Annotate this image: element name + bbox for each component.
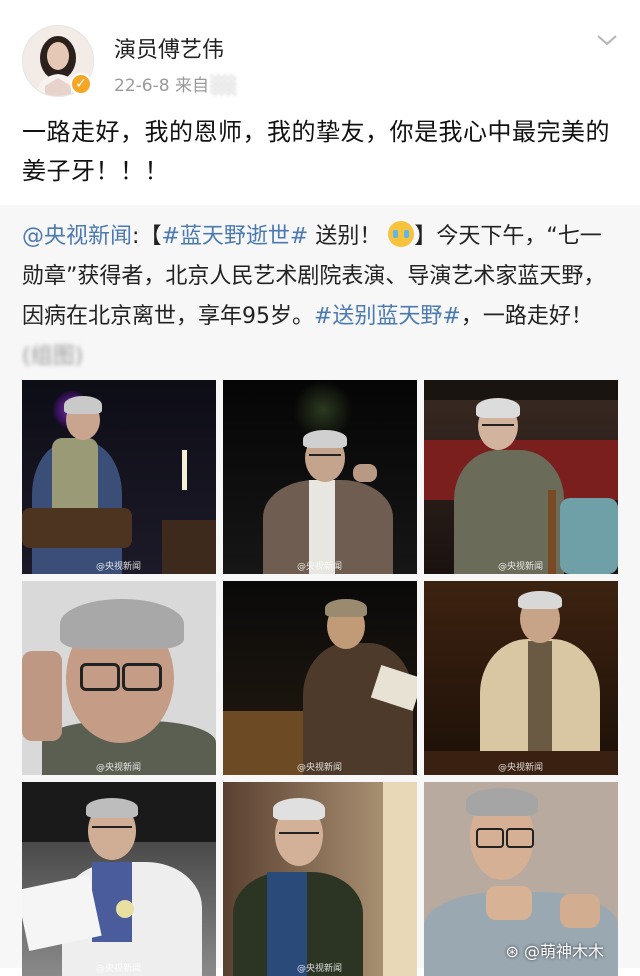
repost-blurred-tail: (组图) [22,344,84,369]
repost-card[interactable]: @央视新闻:【#蓝天野逝世# 送别！ 】今天下午，“七一勋章”获得者，北京人民艺… [0,205,640,976]
topic-link-2[interactable]: #送别蓝天野# [314,304,461,329]
photo-watermark: @央视新闻 [96,763,142,773]
repost-author-link[interactable]: @央视新闻 [22,224,132,249]
photo-8[interactable]: @央视新闻 [223,782,417,976]
photo-7[interactable]: @央视新闻 [22,782,216,976]
photo-5[interactable]: @央视新闻 [223,581,417,775]
username[interactable]: 演员傅艺伟 [114,32,224,64]
post-meta: 22-6-8 来自 ░░ [114,71,237,96]
chevron-down-icon[interactable] [596,32,618,48]
photo-4[interactable]: @央视新闻 [22,581,216,775]
repost-text-1: 送别！ [308,224,382,249]
post-header: ✓ 演员傅艺伟 22-6-8 来自 ░░ 一路走好，我的恩师，我的挚友，你是我心中… [0,0,640,200]
photo-watermark: @央视新闻 [297,763,343,773]
repost-bracket-open: 【 [139,224,162,249]
photo-watermark: @央视新闻 [498,562,544,572]
photo-1[interactable]: @央视新闻 [22,380,216,574]
weibo-icon: ⊛ [505,942,519,961]
post-source-label: 来自 [174,76,209,96]
photo-grid: @央视新闻 @央视新闻 @央视新闻 @央视新闻 @央视新闻 @央视新闻 @央视新… [22,380,618,976]
crying-emoji-icon [388,221,415,247]
photo-watermark: @央视新闻 [498,763,544,773]
post-date: 22-6-8 [114,76,170,96]
photo-2[interactable]: @央视新闻 [223,380,417,574]
weibo-watermark: ⊛ @萌神木木 [505,938,604,962]
photo-9[interactable]: ⊛ @萌神木木 [424,782,618,976]
topic-link-1[interactable]: #蓝天野逝世# [161,224,308,249]
weibo-watermark-text: @萌神木木 [523,942,604,961]
verified-badge-icon: ✓ [70,73,92,95]
repost-text: @央视新闻:【#蓝天野逝世# 送别！ 】今天下午，“七一勋章”获得者，北京人民艺… [22,217,622,377]
photo-6[interactable]: @央视新闻 [424,581,618,775]
repost-text-2: ，一路走好！ [460,304,593,329]
photo-watermark: @央视新闻 [96,562,142,572]
post-source-hidden: ░░ [210,76,238,96]
post-text: 一路走好，我的恩师，我的挚友，你是我心中最完美的姜子牙！！！ [22,118,610,185]
photo-watermark: @央视新闻 [297,562,343,572]
photo-3[interactable]: @央视新闻 [424,380,618,574]
